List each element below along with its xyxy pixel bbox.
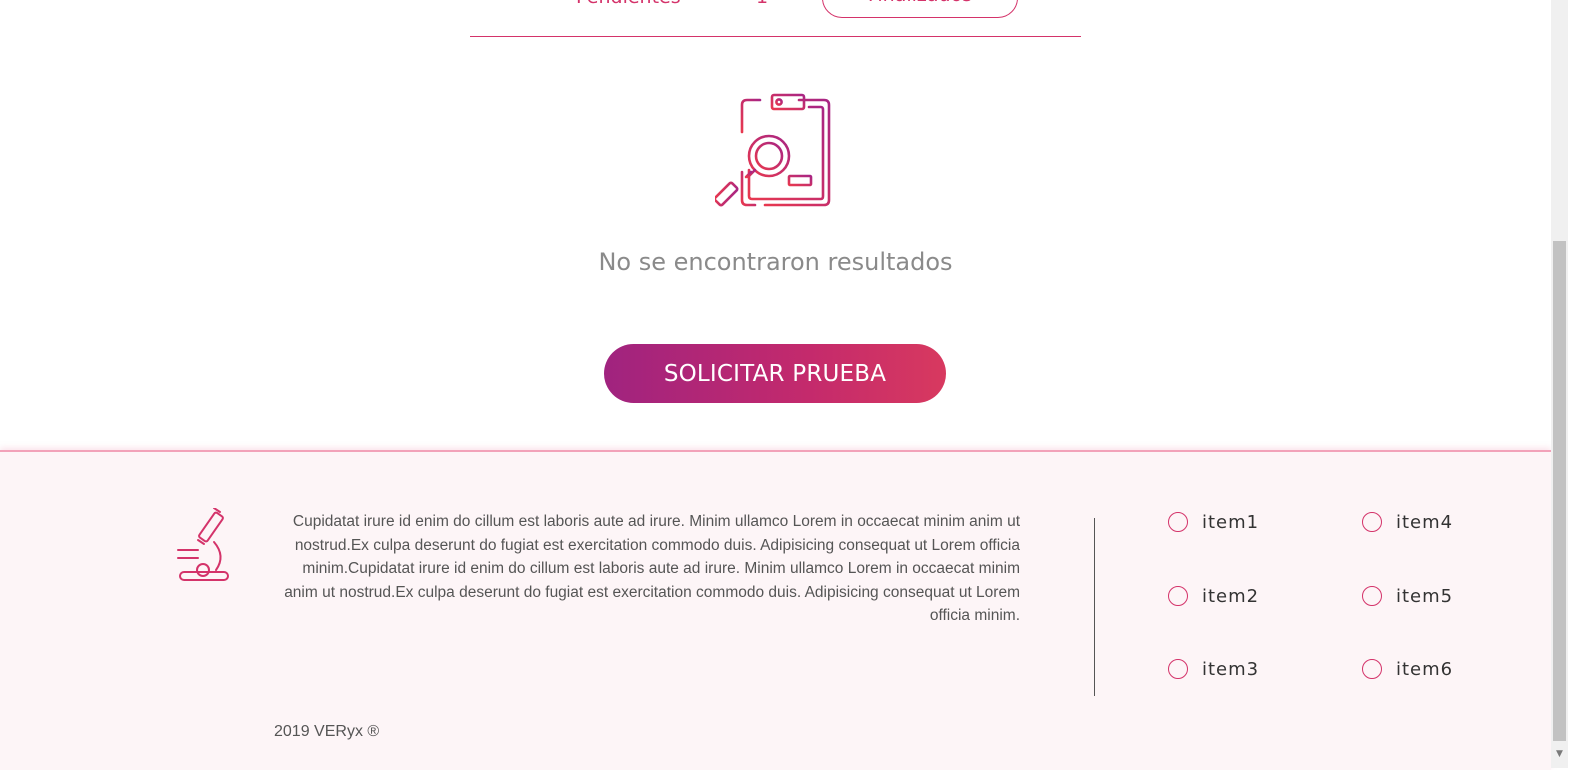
footer-item-label: item2	[1202, 585, 1260, 607]
footer-item-1[interactable]: item1	[1168, 509, 1259, 535]
page: Pendientes 1 Finalizados	[0, 0, 1551, 770]
footer-item-label: item4	[1396, 511, 1454, 533]
tab-finished[interactable]: Finalizados	[822, 0, 1018, 18]
footer-item-label: item5	[1396, 585, 1454, 607]
tab-pending[interactable]: Pendientes	[576, 0, 681, 8]
radio-icon[interactable]	[1168, 659, 1188, 679]
solicitar-prueba-button[interactable]: SOLICITAR PRUEBA	[604, 344, 946, 403]
clipboard-search-icon	[715, 93, 831, 207]
scroll-down-arrow-icon[interactable]: ▼	[1551, 746, 1568, 763]
tab-pending-count: 1	[756, 0, 768, 8]
footer-item-5[interactable]: item5	[1362, 583, 1453, 609]
footer: Cupidatat irure id enim do cillum est la…	[0, 450, 1551, 770]
radio-icon[interactable]	[1362, 512, 1382, 532]
results-tabs: Pendientes 1 Finalizados	[470, 0, 1081, 37]
vertical-scrollbar[interactable]: ▼	[1551, 0, 1568, 768]
microscope-icon	[177, 508, 229, 581]
radio-icon[interactable]	[1362, 586, 1382, 606]
empty-state-message: No se encontraron resultados	[598, 248, 953, 276]
footer-item-3[interactable]: item3	[1168, 656, 1259, 682]
footer-item-2[interactable]: item2	[1168, 583, 1259, 609]
copyright-text: 2019 VERyx ®	[274, 723, 380, 740]
scrollbar-thumb[interactable]	[1553, 241, 1566, 741]
radio-icon[interactable]	[1362, 659, 1382, 679]
radio-icon[interactable]	[1168, 586, 1188, 606]
footer-divider	[1094, 518, 1095, 696]
radio-icon[interactable]	[1168, 512, 1188, 532]
footer-description: Cupidatat irure id enim do cillum est la…	[284, 513, 1020, 625]
footer-item-label: item6	[1396, 658, 1454, 680]
footer-item-label: item3	[1202, 658, 1260, 680]
footer-item-6[interactable]: item6	[1362, 656, 1453, 682]
footer-item-4[interactable]: item4	[1362, 509, 1453, 535]
footer-item-label: item1	[1202, 511, 1260, 533]
